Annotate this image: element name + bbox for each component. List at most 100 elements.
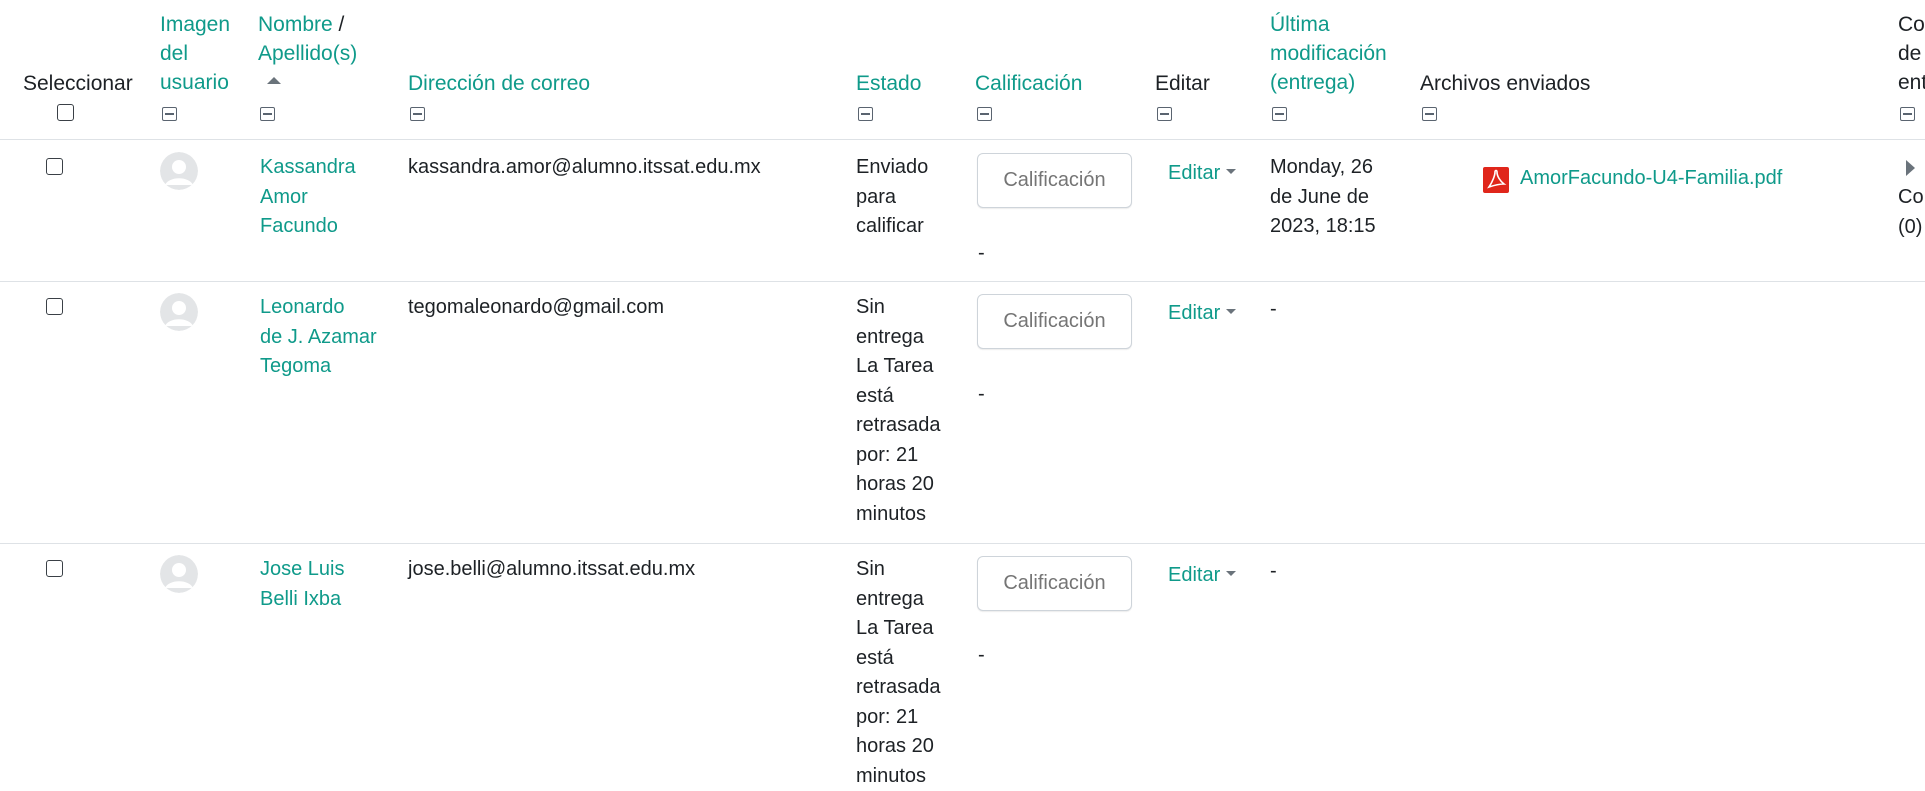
avatar-placeholder-icon (160, 555, 198, 593)
header-divider (0, 139, 1925, 140)
edit-dropdown[interactable]: Editar (1168, 159, 1236, 189)
select-all-checkbox[interactable] (57, 104, 74, 121)
status-line: por: 21 (856, 441, 941, 471)
status-line: horas 20 (856, 732, 941, 762)
submitted-file-link[interactable]: AmorFacundo-U4-Familia.pdf (1520, 164, 1782, 194)
row-select-checkbox[interactable] (46, 158, 63, 175)
status-line: entrega (856, 323, 941, 353)
status-line: retrasada (856, 411, 941, 441)
status-line: está (856, 382, 941, 412)
student-email: kassandra.amor@alumno.itssat.edu.mx (408, 153, 761, 183)
grade-value: - (978, 380, 985, 410)
collapse-icon[interactable] (977, 107, 992, 121)
student-name-line: Belli Ixba (260, 585, 345, 615)
collapse-icon[interactable] (1157, 107, 1172, 121)
status-line: Enviado (856, 153, 928, 183)
header-comments-line: ent (1898, 68, 1925, 97)
header-select: Seleccionar (23, 69, 133, 98)
header-last-modified[interactable]: Última modificación (entrega) (1270, 10, 1387, 97)
row-select-checkbox[interactable] (46, 298, 63, 315)
comments-toggle[interactable]: Co (0) (1898, 183, 1925, 242)
status-line: minutos (856, 500, 941, 530)
row-divider (0, 281, 1925, 282)
sort-by-name-link[interactable]: Nombre (258, 13, 333, 36)
last-modified: - (1270, 295, 1277, 325)
dropdown-caret-icon (1226, 169, 1236, 174)
last-modified: Monday, 26 de June de 2023, 18:15 (1270, 153, 1376, 242)
grade-value: - (978, 641, 985, 671)
header-name: Nombre / Apellido(s) (258, 10, 357, 68)
expand-arrow-icon[interactable] (1906, 160, 1915, 176)
collapse-icon[interactable] (260, 107, 275, 121)
comments-line: Co (1898, 183, 1925, 213)
status-line: para (856, 183, 928, 213)
header-name-separator: / (333, 13, 345, 36)
header-comments-line: de (1898, 39, 1925, 68)
comments-count: (0) (1898, 213, 1925, 243)
header-status[interactable]: Estado (856, 69, 921, 98)
status-line: minutos (856, 762, 941, 791)
submission-status: Sin entrega La Tarea está retrasada por:… (856, 293, 941, 529)
header-email[interactable]: Dirección de correo (408, 69, 590, 98)
edit-dropdown[interactable]: Editar (1168, 561, 1236, 591)
student-email: tegomaleonardo@gmail.com (408, 293, 664, 323)
student-name-line: de J. Azamar (260, 323, 377, 353)
edit-dropdown[interactable]: Editar (1168, 299, 1236, 329)
header-user-image-line: del (160, 39, 230, 68)
header-grade[interactable]: Calificación (975, 69, 1082, 98)
header-comments-line: Cor (1898, 10, 1925, 39)
student-name-link[interactable]: Kassandra Amor Facundo (260, 153, 356, 242)
sort-ascending-icon (267, 77, 281, 84)
status-line: La Tarea (856, 614, 941, 644)
student-name-link[interactable]: Jose Luis Belli Ixba (260, 555, 345, 614)
grade-input[interactable] (977, 294, 1132, 349)
status-line: retrasada (856, 673, 941, 703)
header-comments: Cor de ent (1898, 10, 1925, 97)
avatar-placeholder-icon (160, 293, 198, 331)
collapse-icon[interactable] (1422, 107, 1437, 121)
row-divider (0, 543, 1925, 544)
status-line: entrega (856, 585, 941, 615)
student-name-line: Facundo (260, 212, 356, 242)
status-line: horas 20 (856, 470, 941, 500)
status-line: por: 21 (856, 703, 941, 733)
pdf-file-icon (1483, 167, 1509, 193)
header-edit: Editar (1155, 69, 1210, 98)
grade-value: - (978, 239, 985, 269)
header-user-image-line: Imagen (160, 10, 230, 39)
student-name-line: Leonardo (260, 293, 377, 323)
student-name-line: Kassandra (260, 153, 356, 183)
edit-dropdown-label: Editar (1168, 302, 1220, 324)
collapse-icon[interactable] (1272, 107, 1287, 121)
header-user-image-line: usuario (160, 68, 230, 97)
student-name-line: Jose Luis (260, 555, 345, 585)
status-line: calificar (856, 212, 928, 242)
last-modified-line: Monday, 26 (1270, 153, 1376, 183)
student-name-link[interactable]: Leonardo de J. Azamar Tegoma (260, 293, 377, 382)
student-name-line: Tegoma (260, 352, 377, 382)
last-modified-line: de June de (1270, 183, 1376, 213)
header-last-modified-line: modificación (1270, 39, 1387, 68)
grade-input[interactable] (977, 556, 1132, 611)
grade-input[interactable] (977, 153, 1132, 208)
last-modified-line: 2023, 18:15 (1270, 212, 1376, 242)
header-last-modified-line: Última (1270, 10, 1387, 39)
dropdown-caret-icon (1226, 571, 1236, 576)
collapse-icon[interactable] (858, 107, 873, 121)
sort-by-surname-link[interactable]: Apellido(s) (258, 39, 357, 68)
collapse-icon[interactable] (410, 107, 425, 121)
submission-status: Sin entrega La Tarea está retrasada por:… (856, 555, 941, 791)
edit-dropdown-label: Editar (1168, 162, 1220, 184)
status-line: está (856, 644, 941, 674)
collapse-icon[interactable] (162, 107, 177, 121)
header-files: Archivos enviados (1420, 69, 1590, 98)
header-last-modified-line: (entrega) (1270, 68, 1387, 97)
status-line: Sin (856, 555, 941, 585)
dropdown-caret-icon (1226, 309, 1236, 314)
submission-status: Enviado para calificar (856, 153, 928, 242)
header-user-image[interactable]: Imagen del usuario (160, 10, 230, 97)
student-email: jose.belli@alumno.itssat.edu.mx (408, 555, 695, 585)
status-line: La Tarea (856, 352, 941, 382)
collapse-icon[interactable] (1900, 107, 1915, 121)
row-select-checkbox[interactable] (46, 560, 63, 577)
